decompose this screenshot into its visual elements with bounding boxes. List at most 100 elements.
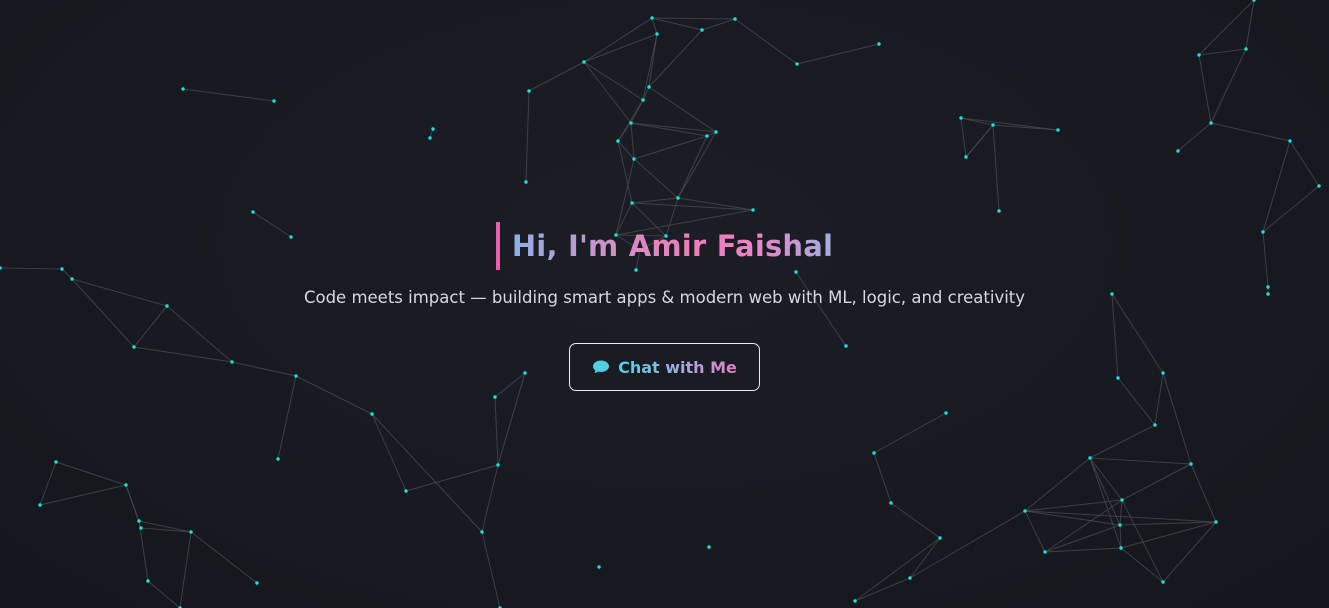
network-node: [700, 28, 704, 32]
network-node: [255, 581, 259, 585]
network-node: [1119, 546, 1123, 550]
network-link: [677, 131, 717, 199]
network-link: [631, 202, 754, 211]
hero-title-wrap: Hi, I'm Amir Faishal: [495, 222, 834, 270]
network-node: [1244, 47, 1248, 51]
network-link: [39, 461, 57, 506]
network-link: [909, 510, 1026, 579]
network-link: [405, 464, 499, 492]
network-link: [528, 61, 585, 92]
network-link: [617, 140, 633, 204]
network-node: [889, 501, 893, 505]
network-node: [1197, 53, 1201, 57]
network-link: [873, 412, 947, 454]
network-node: [1153, 423, 1157, 427]
network-link: [651, 17, 736, 20]
network-link: [701, 18, 736, 31]
network-node: [431, 127, 435, 131]
network-link: [1119, 499, 1123, 526]
network-link: [854, 577, 911, 602]
network-node: [997, 209, 1001, 213]
network-node: [630, 201, 634, 205]
network-link: [1289, 140, 1320, 187]
network-node: [272, 99, 276, 103]
network-node: [404, 489, 408, 493]
network-node: [480, 530, 484, 534]
network-link: [890, 502, 941, 539]
network-link: [1121, 463, 1192, 501]
network-link: [55, 461, 127, 486]
network-link: [371, 413, 407, 492]
network-link: [873, 452, 892, 504]
network-link: [481, 464, 499, 533]
network-link: [633, 158, 679, 199]
hero-title: Hi, I'm Amir Faishal: [511, 229, 834, 263]
network-link: [1262, 140, 1291, 233]
network-link: [1024, 510, 1121, 526]
network-node: [370, 412, 374, 416]
network-node: [872, 451, 876, 455]
network-node: [139, 526, 143, 530]
network-node: [938, 536, 942, 540]
network-node: [1118, 523, 1122, 527]
network-node: [647, 85, 651, 89]
chat-bubble-icon: [593, 360, 610, 374]
network-link: [651, 17, 703, 31]
network-link: [617, 99, 644, 142]
network-node: [1161, 580, 1165, 584]
network-node: [428, 136, 432, 140]
network-node: [1288, 139, 1292, 143]
network-link: [1089, 424, 1156, 459]
network-node: [54, 460, 58, 464]
network-link: [525, 90, 530, 183]
network-link: [1190, 463, 1217, 523]
chat-with-me-button[interactable]: Chat with Me: [569, 343, 760, 391]
network-node: [944, 411, 948, 415]
network-link: [854, 537, 941, 602]
network-link: [960, 117, 1059, 131]
network-node: [1317, 184, 1321, 188]
network-link: [648, 29, 703, 88]
network-link: [648, 86, 717, 133]
network-link: [1089, 457, 1192, 465]
network-link: [583, 61, 644, 101]
network-node: [1176, 149, 1180, 153]
network-node: [189, 530, 193, 534]
network-link: [1024, 457, 1091, 512]
network-link: [796, 43, 880, 65]
network-node: [582, 60, 586, 64]
network-link: [630, 122, 635, 160]
network-node: [597, 565, 601, 569]
network-link: [1198, 54, 1212, 124]
network-link: [992, 124, 1000, 212]
network-node: [959, 116, 963, 120]
network-node: [251, 210, 255, 214]
network-node: [908, 576, 912, 580]
network-node: [38, 503, 42, 507]
network-link: [1198, 48, 1247, 56]
network-node: [1120, 498, 1124, 502]
hero-tagline: Code meets impact — building smart apps …: [303, 288, 1026, 307]
network-node: [496, 463, 500, 467]
network-node: [1209, 121, 1213, 125]
network-node: [733, 17, 737, 21]
network-link: [481, 531, 501, 608]
network-link: [1024, 510, 1046, 553]
network-node: [991, 123, 995, 127]
network-link: [909, 537, 941, 579]
network-link: [583, 61, 632, 124]
network-node: [641, 98, 645, 102]
network-node: [1043, 550, 1047, 554]
network-node: [877, 42, 881, 46]
network-link: [734, 18, 798, 65]
network-node: [629, 121, 633, 125]
network-link: [1044, 524, 1121, 553]
network-node: [276, 457, 280, 461]
network-node: [705, 134, 709, 138]
network-node: [655, 32, 659, 36]
network-link: [1120, 547, 1164, 583]
network-link: [190, 531, 258, 584]
network-node: [650, 16, 654, 20]
network-link: [642, 33, 658, 101]
network-link: [182, 88, 275, 102]
